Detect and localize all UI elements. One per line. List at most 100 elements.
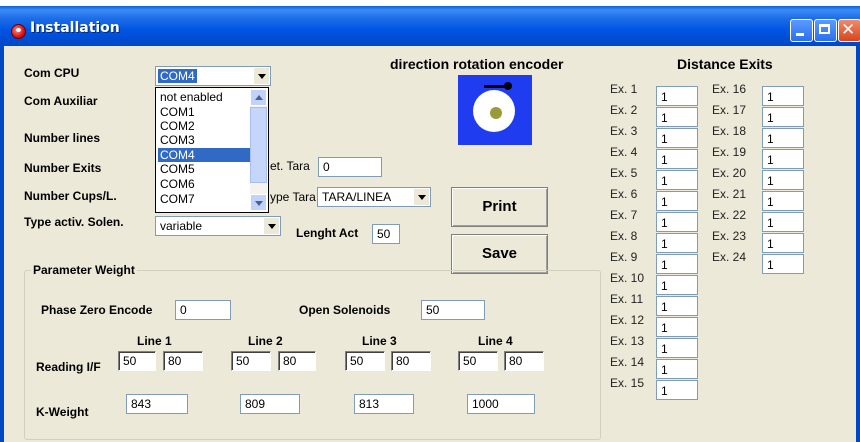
line-4-label: Line 4: [478, 334, 513, 348]
exit-distance-input[interactable]: 1: [762, 107, 804, 127]
exit-label: Ex. 16: [712, 82, 747, 96]
minimize-button[interactable]: [790, 19, 813, 42]
type-tara-select[interactable]: TARA/LINEA: [317, 187, 431, 207]
title-bar[interactable]: Installation ✕: [0, 6, 860, 46]
dropdown-option[interactable]: COM1: [158, 105, 252, 119]
distance-exits-label: Distance Exits: [677, 56, 773, 72]
chevron-down-icon[interactable]: [413, 189, 429, 205]
reading-line-2-b[interactable]: 80: [278, 351, 316, 371]
app-icon[interactable]: [11, 24, 26, 39]
dropdown-option-selected[interactable]: COM4: [158, 148, 252, 162]
dropdown-scrollbar[interactable]: [250, 89, 267, 211]
exit-distance-input[interactable]: 1: [656, 128, 698, 148]
lenght-act-input[interactable]: 50: [372, 224, 400, 244]
close-icon: ✕: [841, 20, 856, 40]
dropdown-option[interactable]: COM6: [158, 177, 252, 191]
com-cpu-value: COM4: [158, 69, 197, 83]
window-frame-left: [0, 46, 4, 442]
exit-label: Ex. 15: [610, 376, 645, 390]
exit-distance-input[interactable]: 1: [656, 191, 698, 211]
com-cpu-select[interactable]: COM4: [155, 66, 271, 86]
type-activ-select[interactable]: variable: [155, 216, 281, 236]
exit-distance-input[interactable]: 1: [762, 128, 804, 148]
set-tara-label: et. Tara: [270, 159, 310, 173]
phase-zero-label: Phase Zero Encode: [41, 303, 153, 317]
chevron-down-icon[interactable]: [263, 218, 279, 234]
exit-distance-input[interactable]: 1: [656, 149, 698, 169]
com-cpu-label: Com CPU: [24, 66, 80, 80]
exit-distance-input[interactable]: 1: [656, 359, 698, 379]
arrow-head: [504, 82, 512, 90]
open-solenoids-input[interactable]: 50: [421, 300, 485, 320]
exit-distance-input[interactable]: 1: [656, 296, 698, 316]
exit-distance-input[interactable]: 1: [762, 254, 804, 274]
exit-distance-input[interactable]: 1: [762, 86, 804, 106]
exit-label: Ex. 21: [712, 187, 747, 201]
exit-label: Ex. 7: [610, 208, 638, 222]
dropdown-option[interactable]: not enabled: [158, 90, 252, 104]
exit-label: Ex. 19: [712, 145, 747, 159]
exit-label: Ex. 18: [712, 124, 747, 138]
type-tara-label: ype Tara: [270, 190, 316, 204]
exit-label: Ex. 23: [712, 229, 747, 243]
scroll-thumb[interactable]: [250, 107, 267, 183]
reading-line-4-b[interactable]: 80: [504, 351, 544, 371]
exit-distance-input[interactable]: 1: [656, 338, 698, 358]
close-button[interactable]: ✕: [838, 19, 860, 42]
exit-distance-input[interactable]: 1: [762, 212, 804, 232]
exit-distance-input[interactable]: 1: [762, 233, 804, 253]
exit-distance-input[interactable]: 1: [656, 254, 698, 274]
number-exits-label: Number Exits: [24, 161, 102, 175]
reading-line-1-b[interactable]: 80: [163, 351, 203, 371]
exit-distance-input[interactable]: 1: [656, 107, 698, 127]
arrow-right-icon: [484, 85, 506, 88]
installation-window: Installation ✕ Com CPU Com Auxiliar Numb…: [0, 0, 860, 442]
exit-label: Ex. 20: [712, 166, 747, 180]
exit-label: Ex. 1: [610, 82, 638, 96]
save-button[interactable]: Save: [451, 234, 548, 274]
reading-line-3-b[interactable]: 80: [391, 351, 431, 371]
exit-distance-input[interactable]: 1: [656, 233, 698, 253]
scroll-down-icon[interactable]: [250, 194, 267, 211]
maximize-button[interactable]: [814, 19, 837, 42]
k-weight-line-2[interactable]: 809: [240, 394, 300, 414]
k-weight-line-1[interactable]: 843: [126, 394, 188, 414]
encoder-rotation-icon[interactable]: [458, 75, 532, 145]
type-tara-value: TARA/LINEA: [322, 190, 392, 204]
window-frame-right: [856, 46, 860, 442]
dropdown-option[interactable]: COM7: [158, 192, 252, 206]
scroll-up-icon[interactable]: [250, 89, 267, 106]
print-button[interactable]: Print: [451, 187, 548, 227]
exit-label: Ex. 10: [610, 271, 645, 285]
line-1-label: Line 1: [137, 334, 172, 348]
exit-distance-input[interactable]: 1: [656, 380, 698, 400]
exit-distance-input[interactable]: 1: [762, 149, 804, 169]
maximize-icon: [819, 24, 830, 34]
reading-line-2-a[interactable]: 50: [231, 351, 271, 371]
exit-label: Ex. 12: [610, 313, 645, 327]
phase-zero-input[interactable]: 0: [175, 300, 231, 320]
exit-distance-input[interactable]: 1: [656, 212, 698, 232]
set-tara-input[interactable]: 0: [318, 157, 382, 177]
lenght-act-label: Lenght Act: [296, 226, 359, 240]
exit-distance-input[interactable]: 1: [656, 86, 698, 106]
exit-distance-input[interactable]: 1: [656, 317, 698, 337]
k-weight-line-4[interactable]: 1000: [467, 394, 535, 414]
exit-distance-input[interactable]: 1: [656, 275, 698, 295]
exit-distance-input[interactable]: 1: [656, 170, 698, 190]
reading-line-3-a[interactable]: 50: [345, 351, 385, 371]
dropdown-option[interactable]: COM5: [158, 162, 252, 176]
reading-line-4-a[interactable]: 50: [458, 351, 498, 371]
chevron-down-icon[interactable]: [253, 68, 269, 84]
exit-label: Ex. 2: [610, 103, 638, 117]
dropdown-option[interactable]: COM2: [158, 119, 252, 133]
exit-distance-input[interactable]: 1: [762, 170, 804, 190]
exit-distance-input[interactable]: 1: [762, 191, 804, 211]
line-2-label: Line 2: [248, 334, 283, 348]
k-weight-line-3[interactable]: 813: [354, 394, 414, 414]
reading-line-1-a[interactable]: 50: [118, 351, 156, 371]
dropdown-option[interactable]: COM3: [158, 133, 252, 147]
com-cpu-dropdown-list[interactable]: not enabled COM1 COM2 COM3 COM4 COM5 COM…: [155, 87, 269, 213]
exit-label: Ex. 4: [610, 145, 638, 159]
minimize-icon: [796, 33, 804, 36]
